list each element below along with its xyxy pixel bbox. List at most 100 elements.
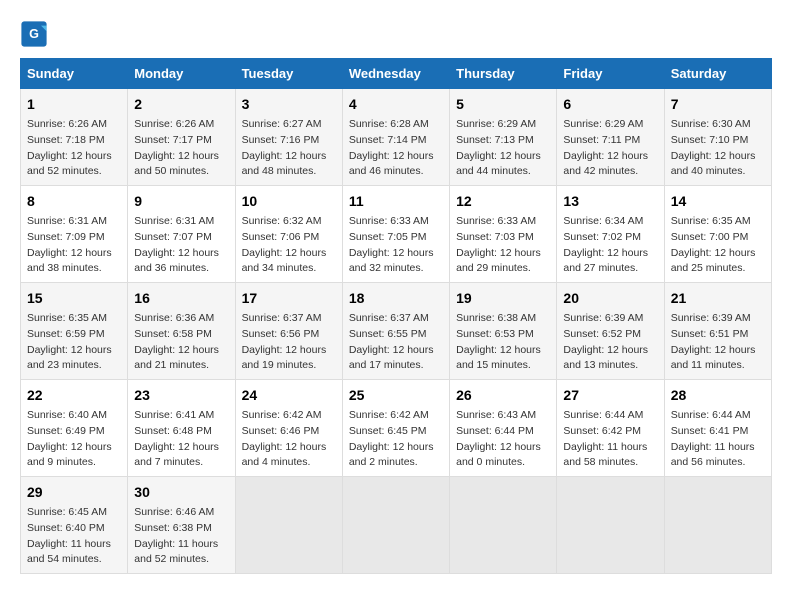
calendar-cell [235,477,342,574]
day-info: Sunrise: 6:28 AMSunset: 7:14 PMDaylight:… [349,117,443,180]
week-row-1: 1Sunrise: 6:26 AMSunset: 7:18 PMDaylight… [21,89,772,186]
day-info: Sunrise: 6:30 AMSunset: 7:10 PMDaylight:… [671,117,765,180]
calendar-cell: 16Sunrise: 6:36 AMSunset: 6:58 PMDayligh… [128,283,235,380]
calendar-table: SundayMondayTuesdayWednesdayThursdayFrid… [20,58,772,574]
calendar-cell: 29Sunrise: 6:45 AMSunset: 6:40 PMDayligh… [21,477,128,574]
day-info: Sunrise: 6:42 AMSunset: 6:46 PMDaylight:… [242,408,336,471]
day-info: Sunrise: 6:38 AMSunset: 6:53 PMDaylight:… [456,311,550,374]
day-number: 23 [134,385,228,406]
calendar-cell: 7Sunrise: 6:30 AMSunset: 7:10 PMDaylight… [664,89,771,186]
day-info: Sunrise: 6:29 AMSunset: 7:13 PMDaylight:… [456,117,550,180]
day-number: 20 [563,288,657,309]
calendar-cell: 26Sunrise: 6:43 AMSunset: 6:44 PMDayligh… [450,380,557,477]
day-info: Sunrise: 6:46 AMSunset: 6:38 PMDaylight:… [134,505,228,568]
day-info: Sunrise: 6:36 AMSunset: 6:58 PMDaylight:… [134,311,228,374]
day-info: Sunrise: 6:37 AMSunset: 6:55 PMDaylight:… [349,311,443,374]
day-info: Sunrise: 6:35 AMSunset: 6:59 PMDaylight:… [27,311,121,374]
calendar-cell: 13Sunrise: 6:34 AMSunset: 7:02 PMDayligh… [557,186,664,283]
day-number: 5 [456,94,550,115]
calendar-cell: 10Sunrise: 6:32 AMSunset: 7:06 PMDayligh… [235,186,342,283]
calendar-cell: 24Sunrise: 6:42 AMSunset: 6:46 PMDayligh… [235,380,342,477]
day-number: 3 [242,94,336,115]
calendar-cell [557,477,664,574]
day-number: 12 [456,191,550,212]
week-row-4: 22Sunrise: 6:40 AMSunset: 6:49 PMDayligh… [21,380,772,477]
calendar-cell: 23Sunrise: 6:41 AMSunset: 6:48 PMDayligh… [128,380,235,477]
day-number: 7 [671,94,765,115]
day-info: Sunrise: 6:31 AMSunset: 7:09 PMDaylight:… [27,214,121,277]
day-info: Sunrise: 6:26 AMSunset: 7:17 PMDaylight:… [134,117,228,180]
day-number: 16 [134,288,228,309]
day-info: Sunrise: 6:45 AMSunset: 6:40 PMDaylight:… [27,505,121,568]
calendar-cell [450,477,557,574]
day-number: 25 [349,385,443,406]
day-number: 27 [563,385,657,406]
logo: G [20,20,52,48]
day-number: 15 [27,288,121,309]
day-info: Sunrise: 6:33 AMSunset: 7:03 PMDaylight:… [456,214,550,277]
day-info: Sunrise: 6:34 AMSunset: 7:02 PMDaylight:… [563,214,657,277]
col-header-wednesday: Wednesday [342,59,449,89]
calendar-cell: 5Sunrise: 6:29 AMSunset: 7:13 PMDaylight… [450,89,557,186]
day-number: 1 [27,94,121,115]
day-number: 29 [27,482,121,503]
calendar-cell: 22Sunrise: 6:40 AMSunset: 6:49 PMDayligh… [21,380,128,477]
col-header-tuesday: Tuesday [235,59,342,89]
calendar-cell [664,477,771,574]
calendar-cell: 9Sunrise: 6:31 AMSunset: 7:07 PMDaylight… [128,186,235,283]
calendar-cell: 19Sunrise: 6:38 AMSunset: 6:53 PMDayligh… [450,283,557,380]
col-header-saturday: Saturday [664,59,771,89]
day-info: Sunrise: 6:27 AMSunset: 7:16 PMDaylight:… [242,117,336,180]
calendar-cell: 28Sunrise: 6:44 AMSunset: 6:41 PMDayligh… [664,380,771,477]
day-number: 13 [563,191,657,212]
calendar-cell: 4Sunrise: 6:28 AMSunset: 7:14 PMDaylight… [342,89,449,186]
calendar-cell [342,477,449,574]
day-number: 21 [671,288,765,309]
day-info: Sunrise: 6:33 AMSunset: 7:05 PMDaylight:… [349,214,443,277]
day-info: Sunrise: 6:29 AMSunset: 7:11 PMDaylight:… [563,117,657,180]
day-number: 2 [134,94,228,115]
calendar-cell: 8Sunrise: 6:31 AMSunset: 7:09 PMDaylight… [21,186,128,283]
col-header-sunday: Sunday [21,59,128,89]
day-info: Sunrise: 6:44 AMSunset: 6:41 PMDaylight:… [671,408,765,471]
day-number: 17 [242,288,336,309]
day-number: 9 [134,191,228,212]
day-number: 4 [349,94,443,115]
col-header-friday: Friday [557,59,664,89]
day-number: 22 [27,385,121,406]
day-number: 26 [456,385,550,406]
day-number: 14 [671,191,765,212]
day-number: 18 [349,288,443,309]
calendar-cell: 12Sunrise: 6:33 AMSunset: 7:03 PMDayligh… [450,186,557,283]
day-number: 11 [349,191,443,212]
day-number: 30 [134,482,228,503]
day-info: Sunrise: 6:31 AMSunset: 7:07 PMDaylight:… [134,214,228,277]
day-number: 8 [27,191,121,212]
week-row-5: 29Sunrise: 6:45 AMSunset: 6:40 PMDayligh… [21,477,772,574]
calendar-cell: 25Sunrise: 6:42 AMSunset: 6:45 PMDayligh… [342,380,449,477]
svg-text:G: G [29,27,39,41]
calendar-cell: 1Sunrise: 6:26 AMSunset: 7:18 PMDaylight… [21,89,128,186]
logo-icon: G [20,20,48,48]
calendar-cell: 15Sunrise: 6:35 AMSunset: 6:59 PMDayligh… [21,283,128,380]
day-info: Sunrise: 6:43 AMSunset: 6:44 PMDaylight:… [456,408,550,471]
day-number: 6 [563,94,657,115]
calendar-cell: 3Sunrise: 6:27 AMSunset: 7:16 PMDaylight… [235,89,342,186]
calendar-cell: 18Sunrise: 6:37 AMSunset: 6:55 PMDayligh… [342,283,449,380]
day-info: Sunrise: 6:42 AMSunset: 6:45 PMDaylight:… [349,408,443,471]
day-info: Sunrise: 6:37 AMSunset: 6:56 PMDaylight:… [242,311,336,374]
day-info: Sunrise: 6:44 AMSunset: 6:42 PMDaylight:… [563,408,657,471]
calendar-cell: 20Sunrise: 6:39 AMSunset: 6:52 PMDayligh… [557,283,664,380]
calendar-cell: 14Sunrise: 6:35 AMSunset: 7:00 PMDayligh… [664,186,771,283]
week-row-2: 8Sunrise: 6:31 AMSunset: 7:09 PMDaylight… [21,186,772,283]
col-header-monday: Monday [128,59,235,89]
day-number: 10 [242,191,336,212]
calendar-header-row: SundayMondayTuesdayWednesdayThursdayFrid… [21,59,772,89]
calendar-cell: 17Sunrise: 6:37 AMSunset: 6:56 PMDayligh… [235,283,342,380]
day-info: Sunrise: 6:26 AMSunset: 7:18 PMDaylight:… [27,117,121,180]
day-info: Sunrise: 6:32 AMSunset: 7:06 PMDaylight:… [242,214,336,277]
week-row-3: 15Sunrise: 6:35 AMSunset: 6:59 PMDayligh… [21,283,772,380]
day-number: 19 [456,288,550,309]
calendar-cell: 27Sunrise: 6:44 AMSunset: 6:42 PMDayligh… [557,380,664,477]
calendar-cell: 6Sunrise: 6:29 AMSunset: 7:11 PMDaylight… [557,89,664,186]
